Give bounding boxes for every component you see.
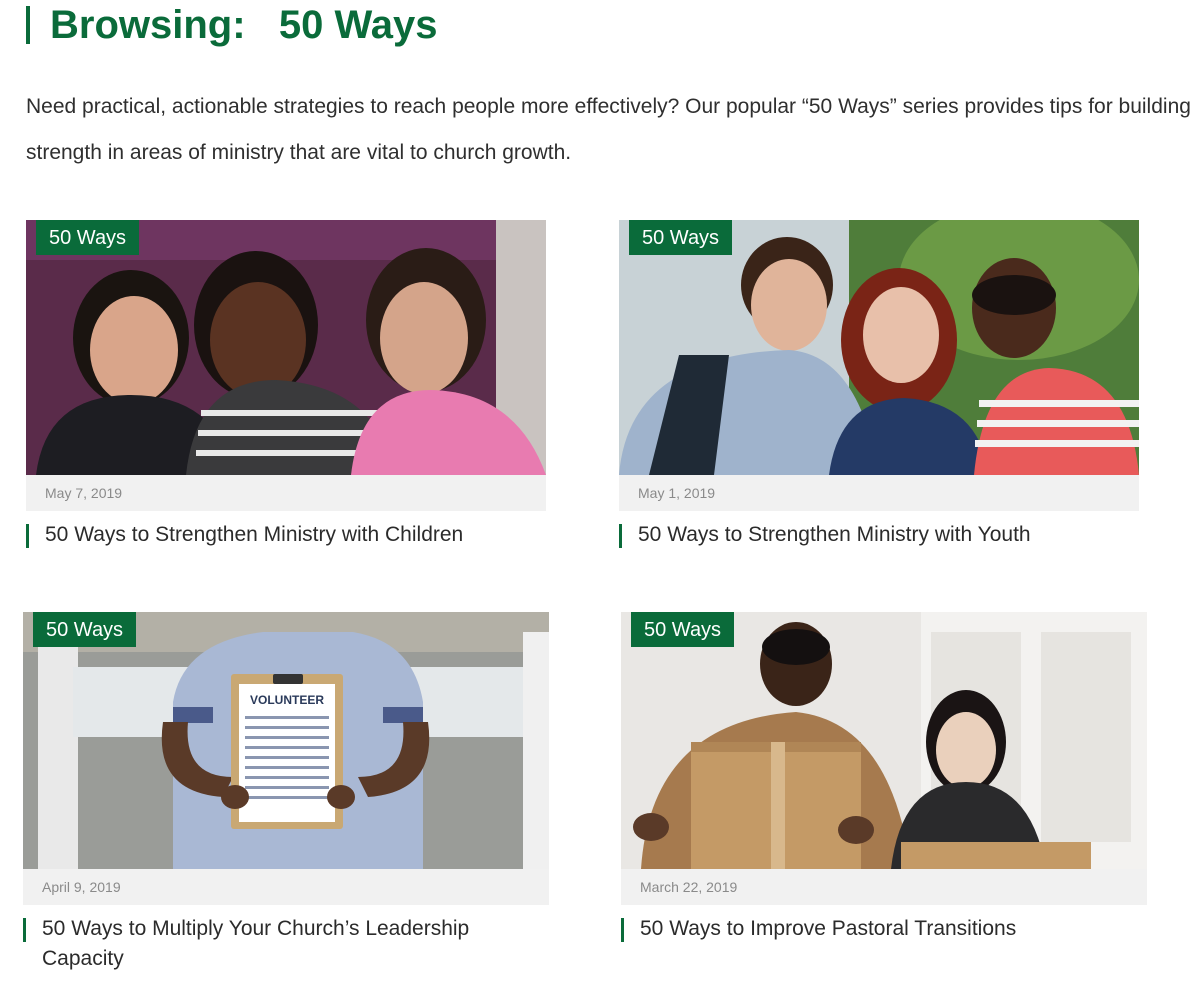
- title-accent-bar: [621, 918, 624, 942]
- category-badge[interactable]: 50 Ways: [629, 220, 733, 255]
- article-title[interactable]: 50 Ways to Multiply Your Church’s Leader…: [23, 914, 549, 974]
- article-image-volunteer[interactable]: VOLUNTEER 50 Ways: [23, 612, 549, 869]
- article-image-moving-box[interactable]: 50 Ways: [621, 612, 1147, 869]
- article-date: May 7, 2019: [26, 475, 546, 511]
- article-title-text[interactable]: 50 Ways to Multiply Your Church’s Leader…: [42, 917, 469, 970]
- article-date: May 1, 2019: [619, 475, 1139, 511]
- title-accent-bar: [23, 918, 26, 942]
- article-title[interactable]: 50 Ways to Strengthen Ministry with Yout…: [619, 520, 1139, 550]
- article-title[interactable]: 50 Ways to Improve Pastoral Transitions: [621, 914, 1147, 944]
- article-date: March 22, 2019: [621, 869, 1147, 905]
- article-title-text[interactable]: 50 Ways to Improve Pastoral Transitions: [640, 917, 1016, 940]
- title-accent-bar: [619, 524, 622, 548]
- article-title-text[interactable]: 50 Ways to Strengthen Ministry with Chil…: [45, 523, 463, 546]
- page-title: Browsing: 50 Ways: [50, 3, 438, 47]
- clipboard-volunteer-text: VOLUNTEER: [250, 693, 324, 707]
- category-badge[interactable]: 50 Ways: [36, 220, 140, 255]
- article-title-text[interactable]: 50 Ways to Strengthen Ministry with Yout…: [638, 523, 1031, 546]
- article-image-youth[interactable]: 50 Ways: [619, 220, 1139, 475]
- article-title[interactable]: 50 Ways to Strengthen Ministry with Chil…: [26, 520, 546, 550]
- article-card-children[interactable]: 50 Ways May 7, 2019 50 Ways to Strengthe…: [26, 220, 546, 560]
- title-accent-bar: [26, 524, 29, 548]
- intro-text: Need practical, actionable strategies to…: [26, 95, 1191, 164]
- article-card-leadership[interactable]: VOLUNTEER 50 Ways April 9, 2019 50 Ways …: [23, 612, 549, 982]
- category-badge[interactable]: 50 Ways: [33, 612, 137, 647]
- title-accent-bar: [26, 6, 30, 44]
- article-card-pastoral-transitions[interactable]: 50 Ways March 22, 2019 50 Ways to Improv…: [621, 612, 1147, 982]
- article-card-youth[interactable]: 50 Ways May 1, 2019 50 Ways to Strengthe…: [619, 220, 1139, 560]
- article-date: April 9, 2019: [23, 869, 549, 905]
- article-image-children[interactable]: 50 Ways: [26, 220, 546, 475]
- category-badge[interactable]: 50 Ways: [631, 612, 735, 647]
